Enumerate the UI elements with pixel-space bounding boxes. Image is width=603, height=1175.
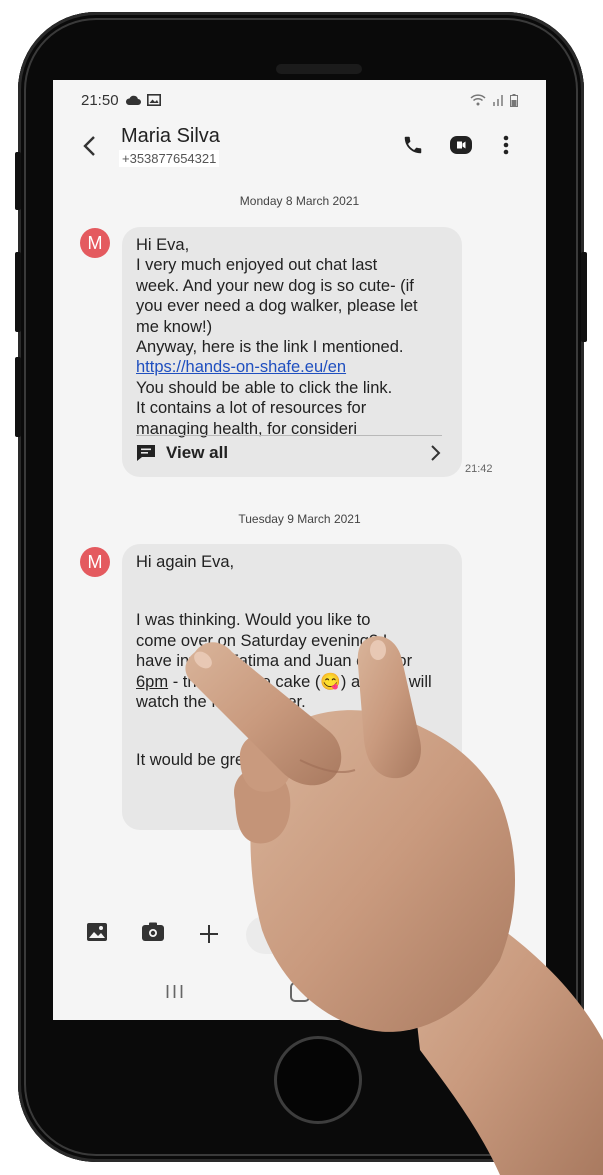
message-line: I very much enjoyed out chat last [136,256,378,275]
message-line: me know!) [136,317,213,336]
plus-icon[interactable] [199,924,219,944]
view-all-label: View all [166,442,229,462]
volume-down-key [15,252,21,332]
avatar[interactable]: M [80,228,110,258]
message-bubble[interactable]: Hi Eva, I very much enjoyed out chat las… [122,227,462,477]
nav-home-button[interactable] [290,982,310,1002]
status-time: 21:50 [81,91,119,109]
message-line: week. And your new dog is so cute- (if [136,276,414,295]
chevron-left-icon[interactable] [81,134,99,158]
battery-icon [510,93,518,107]
volume-up-key [15,152,21,210]
message-line: you ever need a dog walker, please let [136,297,418,316]
status-bar: 21:50 [81,90,518,110]
message-line: 6pm - there will be cake (😋) and we will [136,672,448,692]
date-separator: Monday 8 March 2021 [239,194,360,208]
home-button[interactable] [274,1036,362,1124]
video-call-icon[interactable] [449,134,473,156]
view-all-button[interactable]: View all [136,435,442,470]
message-bubble[interactable]: Hi again Eva, I was thinking. Would you … [122,544,462,830]
message-line: come over on Saturday evening? I [136,631,388,650]
avatar[interactable]: M [80,547,110,577]
conversation-header: Maria Silva +353877654321 [53,120,546,180]
message-line: Hi Eva, [136,236,190,254]
message-line: Hi again Eva, [136,553,235,571]
message-line: It would be great to see you. [136,751,344,770]
contact-name[interactable]: Maria Silva [121,125,220,148]
message-line: watch the film together. [136,693,306,712]
camera-icon[interactable] [141,922,165,942]
power-key [581,252,587,342]
phone-icon[interactable] [402,134,424,156]
chevron-right-icon [431,445,441,461]
date-separator: Tuesday 9 March 2021 [238,512,361,526]
image-icon [146,94,161,106]
message-time: 21:42 [465,463,493,475]
message-line: It contains a lot of resources for [136,399,367,418]
message-icon [137,445,155,461]
message-line: I was thinking. Would you like to [136,611,371,630]
message-text: - there will be cake (😋) and we will [168,672,432,691]
contact-number: +353877654321 [119,150,220,167]
more-vertical-icon[interactable] [503,134,509,156]
message-line: have invited Fatima and Juan over for [136,652,413,671]
messages-screen: 21:50 Maria Silva +353877654321 Monday 8… [53,80,546,1020]
image-icon[interactable] [86,922,108,942]
signal-icon [493,95,503,106]
message-input[interactable] [246,916,506,954]
time-link[interactable]: 6pm [136,673,168,691]
earpiece-speaker [276,64,362,74]
message-link[interactable]: https://hands-on-shafe.eu/en [136,357,448,377]
navigation-bar: III [53,978,546,1008]
cloud-icon [125,95,141,105]
message-line: Anyway, here is the link I mentioned. [136,338,404,357]
wifi-icon [470,94,486,106]
recents-button[interactable]: III [165,982,186,1003]
message-line: You should be able to click the link. [136,378,393,397]
silent-switch [15,357,21,437]
